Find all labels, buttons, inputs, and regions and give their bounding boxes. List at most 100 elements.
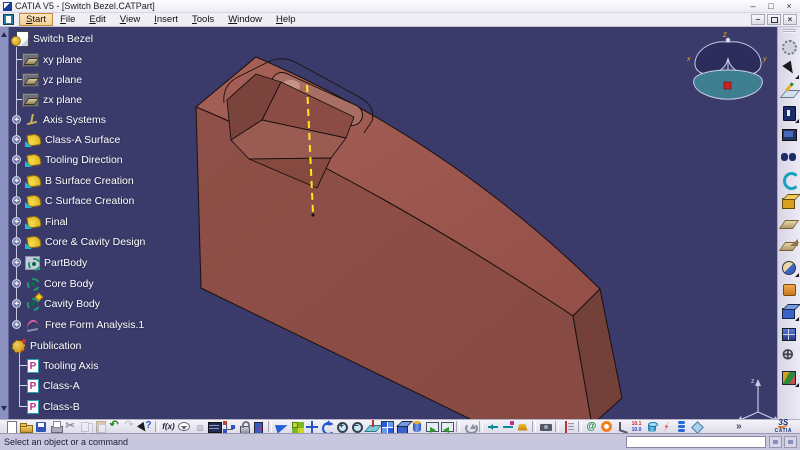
tooling-axis-endpoint[interactable] bbox=[311, 213, 315, 217]
fit-all-in-icon[interactable] bbox=[290, 420, 304, 434]
catalog-browser-icon[interactable] bbox=[585, 420, 599, 434]
compass[interactable]: z x y bbox=[686, 30, 767, 100]
expand-plus-icon[interactable] bbox=[12, 279, 21, 288]
measure-inertia-icon[interactable] bbox=[516, 420, 530, 434]
swap-visible-space-icon[interactable] bbox=[440, 420, 454, 434]
scroll-down-icon[interactable] bbox=[1, 406, 7, 414]
database-icon[interactable] bbox=[645, 420, 659, 434]
expand-plus-icon[interactable] bbox=[12, 115, 21, 124]
pan-icon[interactable] bbox=[305, 420, 319, 434]
menu-file[interactable]: File bbox=[53, 13, 82, 26]
undo-icon[interactable] bbox=[109, 418, 123, 434]
tree-item-axis-systems[interactable]: Axis Systems bbox=[10, 111, 106, 128]
swept-surface-icon[interactable] bbox=[780, 214, 799, 233]
tolerance-values-icon[interactable]: 10.1 10.0 bbox=[630, 420, 644, 434]
small-tool-icon[interactable] bbox=[192, 420, 206, 434]
tree-item-partbody[interactable]: PartBody bbox=[10, 254, 87, 271]
tree-item-xy-plane[interactable]: xy plane bbox=[10, 51, 82, 68]
zoom-out-icon[interactable] bbox=[350, 420, 364, 434]
sketcher-icon[interactable] bbox=[780, 82, 799, 101]
power-input[interactable] bbox=[626, 436, 766, 448]
cut-icon[interactable] bbox=[64, 419, 78, 434]
target-sphere-icon[interactable] bbox=[780, 346, 799, 365]
menu-help[interactable]: Help bbox=[269, 13, 303, 26]
knowledge-structure-icon[interactable] bbox=[222, 420, 236, 434]
maximize-button[interactable]: □ bbox=[762, 0, 780, 12]
expand-plus-icon[interactable] bbox=[12, 258, 21, 267]
tree-item-zx-plane[interactable]: zx plane bbox=[10, 91, 82, 108]
pad-views-icon[interactable] bbox=[780, 104, 799, 123]
fly-mode-icon[interactable] bbox=[275, 420, 289, 434]
grid-cube-icon[interactable] bbox=[780, 324, 799, 343]
tree-item-free-form-analysis[interactable]: Free Form Analysis.1 bbox=[10, 316, 144, 333]
menu-start[interactable]: Start bbox=[19, 13, 54, 26]
menu-view[interactable]: View bbox=[113, 13, 147, 26]
print-icon[interactable] bbox=[49, 420, 63, 434]
model-switch-bezel[interactable] bbox=[195, 56, 623, 419]
measure-between-icon[interactable] bbox=[486, 420, 500, 434]
web-browser-icon[interactable] bbox=[600, 420, 614, 434]
power-input-button-2[interactable] bbox=[784, 436, 797, 448]
hemisphere-split-icon[interactable] bbox=[780, 258, 799, 277]
whats-this-help-icon[interactable] bbox=[139, 420, 153, 434]
toolbar-overflow-icon[interactable] bbox=[734, 420, 746, 434]
tree-item-b-surface-creation[interactable]: B Surface Creation bbox=[10, 172, 134, 189]
tree-item-class-b[interactable]: Class-B bbox=[10, 398, 80, 415]
hide-show-icon[interactable] bbox=[425, 420, 439, 434]
monitor-view-icon[interactable] bbox=[780, 126, 799, 145]
select-arrow-icon[interactable] bbox=[780, 60, 799, 79]
rotate-screen-icon[interactable] bbox=[463, 420, 478, 434]
menu-insert[interactable]: Insert bbox=[147, 13, 185, 26]
open-folder-icon[interactable] bbox=[19, 420, 33, 434]
rotate-icon[interactable] bbox=[320, 420, 335, 435]
tree-item-c-surface-creation[interactable]: C Surface Creation bbox=[10, 192, 134, 209]
new-document-icon[interactable] bbox=[4, 420, 18, 434]
blue-box-icon[interactable] bbox=[780, 302, 799, 321]
multi-view-icon[interactable] bbox=[380, 420, 394, 434]
viewport-3d[interactable]: z x y z x y bbox=[0, 27, 800, 419]
formula-icon[interactable]: f(x) bbox=[162, 420, 176, 434]
lock-icon[interactable] bbox=[237, 420, 251, 434]
minimize-button[interactable]: – bbox=[744, 0, 762, 12]
paste-icon[interactable] bbox=[94, 420, 108, 434]
orange-pad-icon[interactable] bbox=[780, 280, 799, 299]
knowledge-expert-icon[interactable] bbox=[252, 420, 266, 434]
knowledge-comment-icon[interactable] bbox=[177, 420, 191, 434]
save-icon[interactable] bbox=[34, 420, 48, 434]
tree-item-yz-plane[interactable]: yz plane bbox=[10, 71, 82, 88]
tree-item-class-a[interactable]: Class-A bbox=[10, 377, 80, 394]
expand-plus-icon[interactable] bbox=[12, 155, 21, 164]
multi-color-cube-icon[interactable] bbox=[780, 368, 799, 387]
power-input-button-1[interactable] bbox=[769, 436, 782, 448]
redo-icon[interactable] bbox=[124, 418, 138, 434]
tree-item-publication[interactable]: Publication bbox=[10, 337, 81, 354]
depth-effect-icon[interactable] bbox=[562, 420, 576, 434]
expand-plus-icon[interactable] bbox=[12, 320, 21, 329]
design-table-icon[interactable] bbox=[207, 420, 222, 434]
tree-item-tooling-direction[interactable]: Tooling Direction bbox=[10, 151, 123, 168]
yellow-box-icon[interactable] bbox=[780, 192, 799, 211]
shading-mode-icon[interactable] bbox=[410, 420, 424, 434]
knowledge-flash-icon[interactable] bbox=[660, 420, 674, 434]
tree-item-tooling-axis[interactable]: Tooling Axis bbox=[10, 357, 98, 374]
expand-plus-icon[interactable] bbox=[12, 196, 21, 205]
axis-system-tool-icon[interactable] bbox=[615, 420, 629, 434]
tree-item-final[interactable]: Final bbox=[10, 213, 68, 230]
expand-plus-icon[interactable] bbox=[12, 299, 21, 308]
menu-tools[interactable]: Tools bbox=[185, 13, 221, 26]
binoculars-search-icon[interactable] bbox=[780, 148, 799, 167]
child-close-button[interactable]: × bbox=[783, 14, 797, 25]
c-clamp-icon[interactable] bbox=[780, 170, 800, 190]
toolbar-grip[interactable] bbox=[782, 29, 796, 33]
tree-item-core-cavity-design[interactable]: Core & Cavity Design bbox=[10, 233, 145, 250]
measure-item-icon[interactable] bbox=[501, 420, 515, 434]
menu-window[interactable]: Window bbox=[221, 13, 269, 26]
surface-fold-icon[interactable] bbox=[780, 236, 799, 255]
capture-camera-icon[interactable] bbox=[539, 420, 553, 434]
expand-plus-icon[interactable] bbox=[12, 217, 21, 226]
normal-view-icon[interactable] bbox=[365, 419, 379, 434]
gear-tool-icon[interactable] bbox=[780, 38, 799, 57]
tree-item-core-body[interactable]: Core Body bbox=[10, 275, 94, 292]
isometric-view-icon[interactable] bbox=[395, 420, 409, 434]
tree-item-class-a-surface[interactable]: Class-A Surface bbox=[10, 131, 120, 148]
